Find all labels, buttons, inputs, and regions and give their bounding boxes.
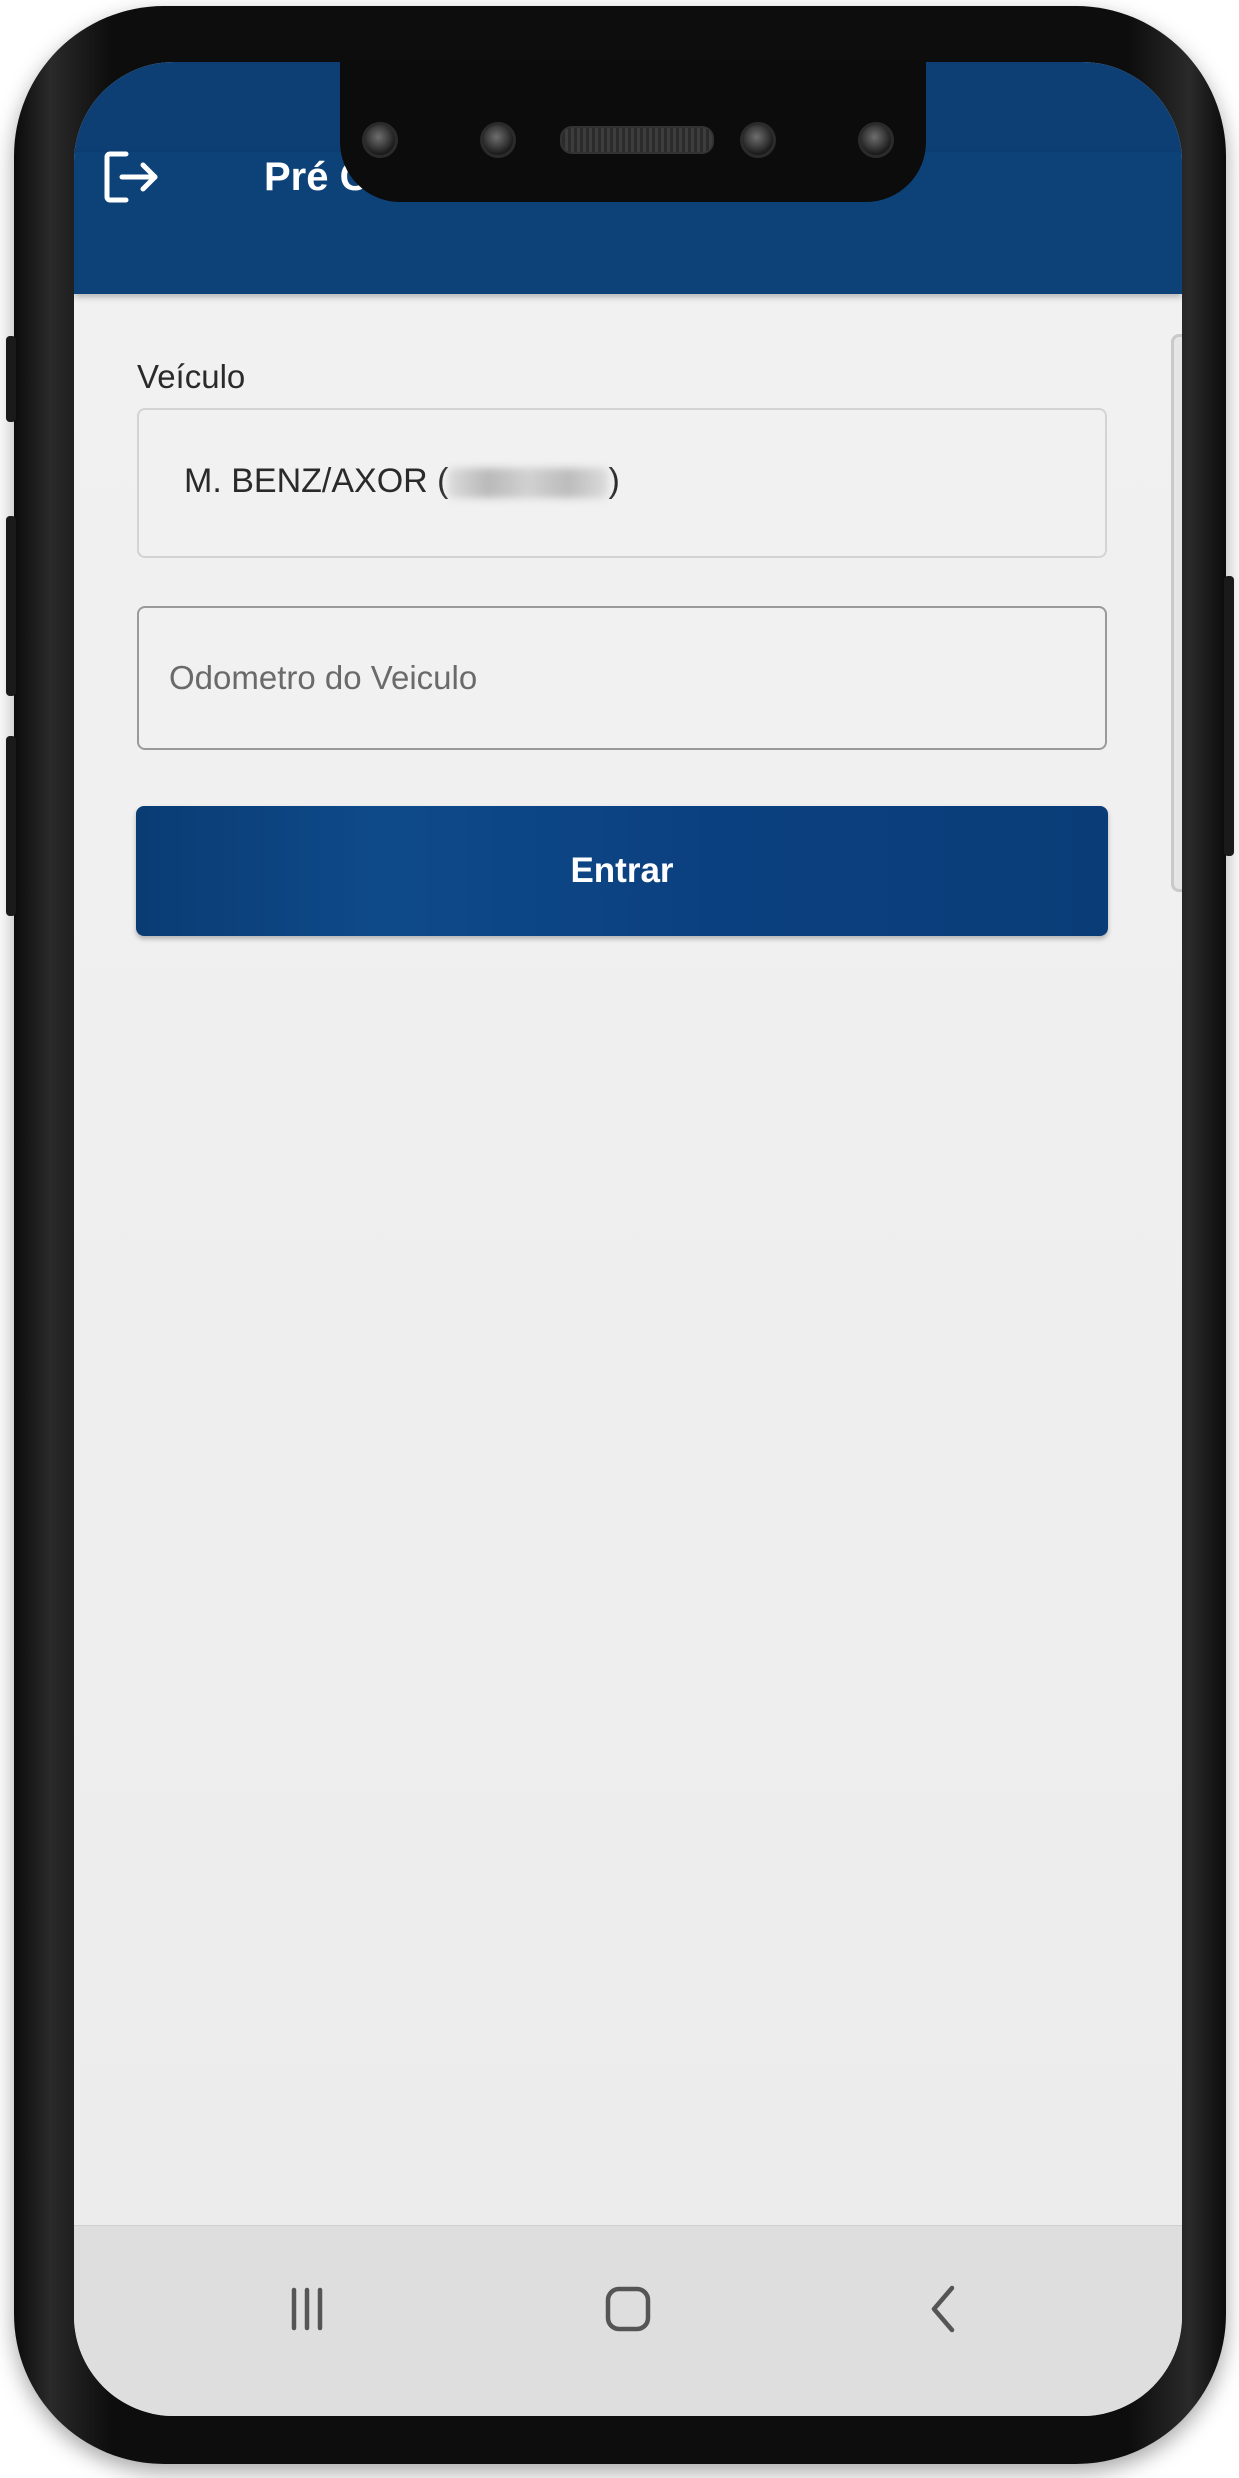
proximity-sensor-icon xyxy=(480,122,516,158)
vehicle-plate-redacted xyxy=(448,468,609,499)
sensor-icon xyxy=(362,122,398,158)
side-button-volume-up xyxy=(6,516,16,696)
main-content xyxy=(74,294,1182,2302)
light-sensor-icon xyxy=(858,122,894,158)
home-icon[interactable] xyxy=(593,2274,663,2344)
scrollbar[interactable] xyxy=(1171,334,1182,892)
side-button-power xyxy=(1224,576,1234,856)
enter-button[interactable]: Entrar xyxy=(136,806,1108,936)
screen: Pré Coleta Veículo M. BENZ/AXOR () Entra… xyxy=(74,62,1182,2416)
back-icon[interactable] xyxy=(910,2274,980,2344)
side-button-top xyxy=(6,336,16,422)
odometer-input[interactable] xyxy=(137,606,1107,750)
vehicle-label: Veículo xyxy=(137,358,246,395)
vehicle-value-close: ) xyxy=(608,462,620,500)
vehicle-model: M. BENZ/AXOR ( xyxy=(184,462,449,500)
camera-notch xyxy=(340,62,926,202)
phone-frame: Pré Coleta Veículo M. BENZ/AXOR () Entra… xyxy=(6,6,1234,2464)
vehicle-field: M. BENZ/AXOR () xyxy=(137,408,1107,558)
side-button-volume-down xyxy=(6,736,16,916)
recents-icon[interactable] xyxy=(272,2274,342,2344)
vehicle-value: M. BENZ/AXOR () xyxy=(184,462,620,501)
navigation-bar xyxy=(74,2225,1182,2416)
logout-icon[interactable] xyxy=(102,148,160,206)
earpiece-speaker xyxy=(560,126,714,154)
front-camera-icon xyxy=(740,122,776,158)
